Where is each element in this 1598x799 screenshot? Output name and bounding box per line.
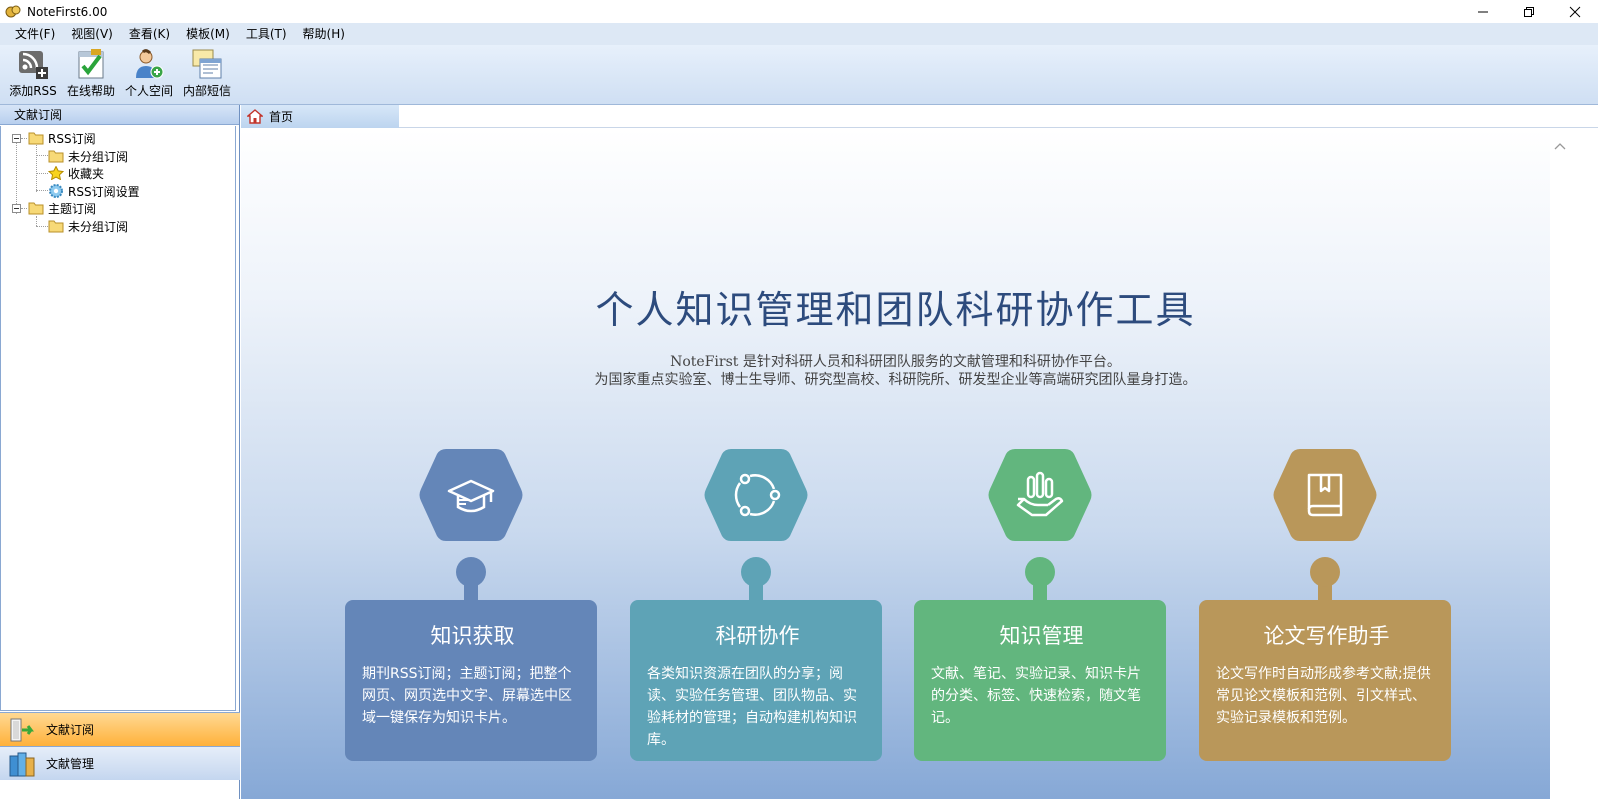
minimize-button[interactable] — [1460, 0, 1506, 23]
menu-bar: 文件(F) 视图(V) 查看(K) 模板(M) 工具(T) 帮助(H) — [0, 23, 1598, 45]
feature-title: 知识管理 — [999, 624, 1084, 648]
internal-message-icon — [192, 49, 222, 79]
menu-file[interactable]: 文件(F) — [8, 23, 64, 45]
subscription-books-icon — [10, 718, 34, 741]
feature-description: 期刊RSS订阅；主题订阅；把整个网页、网页选中文字、屏幕选中区域一键保存为知识卡… — [362, 666, 572, 726]
expander-rss[interactable] — [12, 134, 21, 143]
tree-item-label: RSS订阅设置 — [68, 184, 140, 199]
personal-space-icon — [136, 49, 164, 79]
rss-add-icon — [19, 51, 48, 79]
feature-icon-badge — [1272, 447, 1378, 543]
page-subtitle-line2: 为国家重点实验室、博士生导师、研究型高校、科研院所、研发型企业等高端研究团队量身… — [594, 372, 1197, 388]
feature-icon-badge — [987, 447, 1093, 543]
subtitle-text: 是针对科研人员和科研团队服务的文献管理和科研协作平台。 — [742, 354, 1121, 370]
tree-item-label: 收藏夹 — [68, 166, 105, 181]
close-icon — [1569, 6, 1581, 17]
tree-item-label: RSS订阅 — [48, 131, 96, 146]
graduation-cap-icon — [447, 479, 495, 513]
tree-item-ungrouped-rss[interactable]: 未分组订阅 — [48, 147, 128, 165]
online-help-icon — [78, 49, 104, 79]
folder-icon — [28, 132, 44, 145]
scroll-up-icon[interactable] — [1553, 140, 1567, 154]
collaboration-cycle-icon — [734, 473, 781, 517]
tree-item-topic[interactable]: 主题订阅 — [28, 199, 96, 217]
nav-literature-management[interactable]: 文献管理 — [0, 746, 240, 780]
feature-icon-badge — [418, 447, 524, 543]
tree-item-favorites[interactable]: 收藏夹 — [48, 164, 104, 182]
close-button[interactable] — [1552, 0, 1598, 23]
feature-title: 知识获取 — [430, 624, 515, 648]
online-help-button[interactable]: 在线帮助 — [62, 45, 120, 103]
tab-label: 首页 — [269, 110, 294, 124]
feature-icon-badge — [703, 447, 809, 543]
add-rss-label: 添加RSS — [9, 84, 57, 98]
feature-research-collaboration[interactable]: 科研协作 各类知识资源在团队的分享；阅读、实验任务管理、团队物品、实验耗材的管理… — [630, 447, 882, 761]
left-panel: 文献订阅 RSS订阅 未分组订阅 收藏夹 RSS订阅设置 主题订阅 未分组订阅 … — [0, 105, 240, 799]
feature-knowledge-acquisition[interactable]: 知识获取 期刊RSS订阅；主题订阅；把整个网页、网页选中文字、屏幕选中区域一键保… — [345, 447, 597, 761]
book-icon — [1307, 473, 1343, 517]
menu-help[interactable]: 帮助(H) — [296, 23, 354, 45]
feature-description: 各类知识资源在团队的分享；阅读、实验任务管理、团队物品、实验耗材的管理；自动构建… — [647, 666, 857, 748]
hand-chart-icon — [1016, 471, 1064, 517]
menu-view[interactable]: 视图(V) — [64, 23, 122, 45]
menu-template[interactable]: 模板(M) — [179, 23, 239, 45]
tree-item-label: 未分组订阅 — [68, 219, 129, 234]
tree-item-rss-settings[interactable]: RSS订阅设置 — [48, 182, 140, 200]
page-subtitle-line1: NoteFirst 是针对科研人员和科研团队服务的文献管理和科研协作平台。 — [241, 351, 1550, 371]
tab-home[interactable]: 首页 — [241, 105, 399, 128]
folder-icon — [48, 150, 64, 163]
minimize-icon — [1478, 11, 1488, 12]
expander-topic[interactable] — [12, 204, 21, 213]
feature-title: 科研协作 — [715, 624, 800, 648]
brand-name: NoteFirst — [670, 354, 739, 370]
tree-item-ungrouped-topic[interactable]: 未分组订阅 — [48, 217, 128, 235]
feature-card: 论文写作助手 论文写作时自动形成参考文献;提供常见论文模板和范例、引文样式、实验… — [1199, 600, 1451, 761]
nav-label: 文献管理 — [46, 757, 95, 771]
panel-header: 文献订阅 — [0, 105, 239, 125]
internal-message-button[interactable]: 内部短信 — [178, 45, 236, 103]
feature-description: 文献、笔记、实验记录、知识卡片的分类、标签、快速检索，随文笔记。 — [931, 666, 1141, 726]
personal-space-button[interactable]: 个人空间 — [120, 45, 178, 103]
tree-item-label: 主题订阅 — [48, 201, 97, 216]
feature-paper-writing-assistant[interactable]: 论文写作助手 论文写作时自动形成参考文献;提供常见论文模板和范例、引文样式、实验… — [1199, 447, 1451, 761]
menu-tools[interactable]: 工具(T) — [239, 23, 296, 45]
nav-literature-subscription[interactable]: 文献订阅 — [0, 712, 240, 746]
vertical-scrollbar[interactable] — [1550, 129, 1598, 799]
add-rss-button[interactable]: 添加RSS — [4, 45, 62, 103]
folder-icon — [48, 220, 64, 233]
nav-label: 文献订阅 — [46, 723, 95, 737]
online-help-label: 在线帮助 — [66, 84, 115, 98]
feature-title: 论文写作助手 — [1263, 624, 1390, 648]
feature-card: 科研协作 各类知识资源在团队的分享；阅读、实验任务管理、团队物品、实验耗材的管理… — [630, 600, 882, 761]
feature-knowledge-management[interactable]: 知识管理 文献、笔记、实验记录、知识卡片的分类、标签、快速检索，随文笔记。 — [914, 447, 1166, 761]
page-title: 个人知识管理和团队科研协作工具 — [595, 288, 1196, 332]
feature-card: 知识获取 期刊RSS订阅；主题订阅；把整个网页、网页选中文字、屏幕选中区域一键保… — [345, 600, 597, 761]
tree-item-rss[interactable]: RSS订阅 — [28, 129, 96, 147]
books-icon — [9, 752, 35, 776]
tree-item-label: 未分组订阅 — [68, 149, 129, 164]
tab-strip: 首页 — [241, 105, 1598, 128]
window-title: NoteFirst6.00 — [27, 4, 108, 19]
home-page: 个人知识管理和团队科研协作工具 NoteFirst 是针对科研人员和科研团队服务… — [241, 129, 1550, 799]
app-logo-icon — [5, 5, 21, 17]
home-icon — [247, 109, 263, 124]
personal-space-label: 个人空间 — [124, 84, 173, 98]
subscription-tree: RSS订阅 未分组订阅 收藏夹 RSS订阅设置 主题订阅 未分组订阅 — [0, 126, 236, 711]
menu-browse[interactable]: 查看(K) — [122, 23, 179, 45]
gear-icon — [49, 184, 63, 198]
feature-description: 论文写作时自动形成参考文献;提供常见论文模板和范例、引文样式、实验记录模板和范例… — [1216, 666, 1431, 726]
title-bar: NoteFirst6.00 — [0, 0, 1598, 23]
star-icon — [48, 166, 64, 180]
internal-message-label: 内部短信 — [182, 84, 231, 98]
feature-card: 知识管理 文献、笔记、实验记录、知识卡片的分类、标签、快速检索，随文笔记。 — [914, 600, 1166, 761]
restore-icon — [1524, 6, 1534, 17]
restore-button[interactable] — [1506, 0, 1552, 23]
folder-icon — [28, 202, 44, 215]
toolbar: 添加RSS 在线帮助 个人空间 内部短信 — [0, 45, 1598, 105]
